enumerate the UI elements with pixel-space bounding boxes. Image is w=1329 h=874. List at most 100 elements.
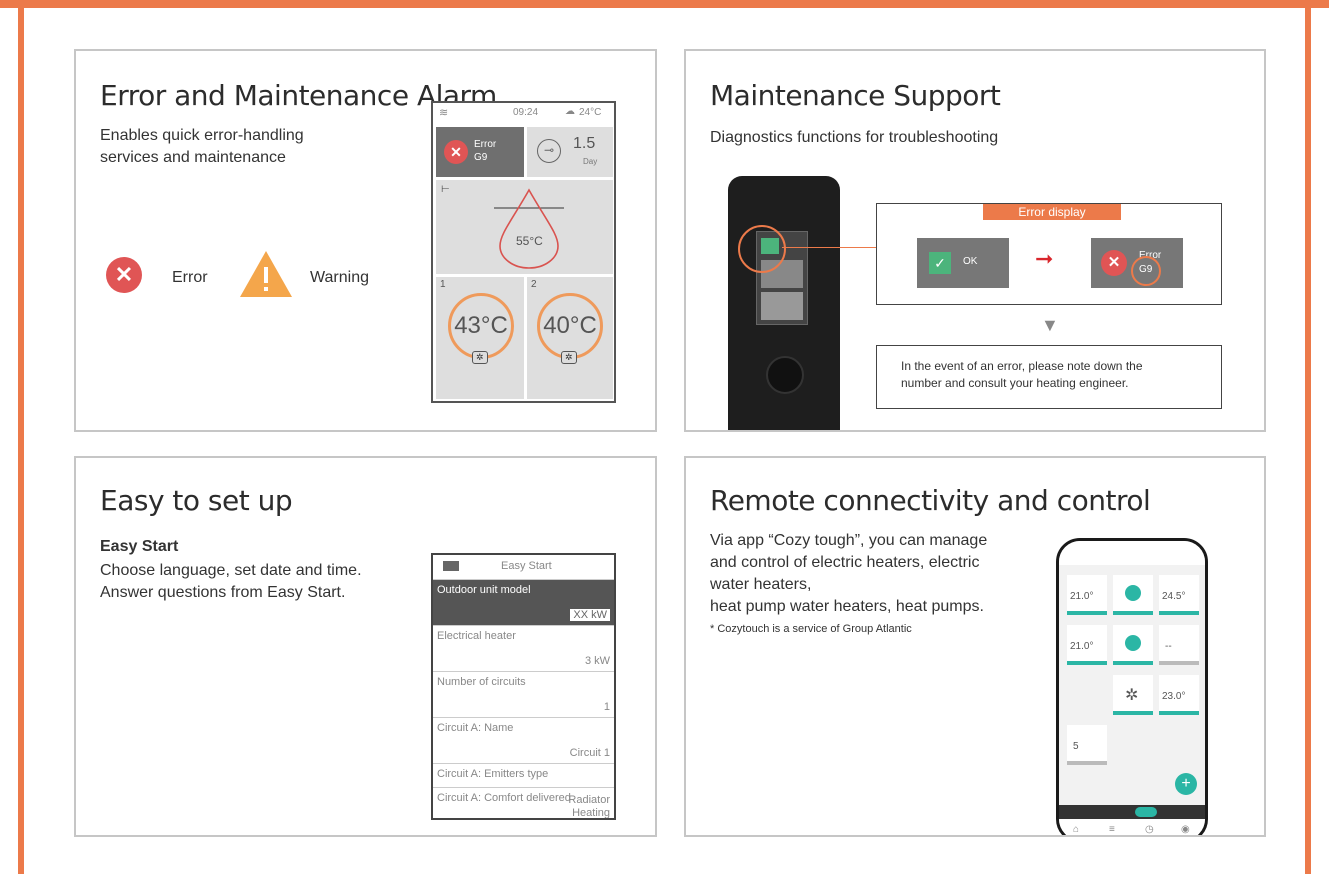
home-icon[interactable]: ⌂ xyxy=(1073,824,1079,835)
frame-top xyxy=(0,0,1329,8)
note-box: In the event of an error, please note do… xyxy=(876,345,1222,409)
timer-icon: ⊸ xyxy=(537,139,561,163)
card-footnote: * Cozytouch is a service of Group Atlant… xyxy=(710,623,912,635)
card-line-2: and control of electric heaters, electri… xyxy=(710,554,980,571)
zone2-temp: 40°C xyxy=(543,312,597,339)
device-tile[interactable]: -- xyxy=(1159,625,1199,665)
device-tile[interactable]: 21.0° xyxy=(1067,575,1107,615)
setting-row[interactable]: Circuit A: Name Circuit 1 xyxy=(433,717,614,763)
controller-screen: ≋ 09:24 ☁ 24°C ✕ Error G9 ⊸ 1.5 Day ⊢ 55… xyxy=(431,101,616,403)
setting-key: Electrical heater xyxy=(437,630,516,642)
error-tile-icon: ✕ xyxy=(1101,250,1127,276)
setting-value: 1 xyxy=(603,701,610,713)
tile-temp: 23.0° xyxy=(1162,691,1186,702)
code-highlight xyxy=(1131,256,1161,286)
error-alarm-card: Error and Maintenance Alarm Enables quic… xyxy=(74,49,657,432)
ok-icon xyxy=(1125,585,1141,601)
frame-right xyxy=(1305,0,1311,874)
card-line-3: water heaters, xyxy=(710,576,812,593)
error-label: Error xyxy=(172,269,208,286)
callout-line xyxy=(782,247,876,248)
toggle-switch[interactable] xyxy=(1135,807,1157,817)
error-tile-icon: ✕ xyxy=(444,140,468,164)
device-tile[interactable]: 24.5° xyxy=(1159,575,1199,615)
remote-controller xyxy=(728,176,840,430)
warning-label: Warning xyxy=(310,269,369,286)
tile-temp: 24.5° xyxy=(1162,591,1186,602)
setting-row[interactable]: Electrical heater 3 kW xyxy=(433,625,614,671)
device-tile[interactable]: 21.0° xyxy=(1067,625,1107,665)
zone1-temp: 43°C xyxy=(454,312,508,339)
setting-value: Heating xyxy=(572,807,610,819)
easy-setup-card: Easy to set up Easy Start Choose languag… xyxy=(74,456,657,837)
easy-start-header: Easy Start xyxy=(433,555,614,579)
ok-tile: ✓ OK xyxy=(917,238,1009,288)
zone1-tile[interactable]: 1 43°C ✲ xyxy=(436,277,524,399)
card-title: Maintenance Support xyxy=(710,79,1001,112)
highlight-circle xyxy=(738,225,786,273)
tile-temp: 5 xyxy=(1073,741,1079,752)
device-tile[interactable]: 5 xyxy=(1067,725,1107,765)
weather-icon: ☁ xyxy=(565,106,575,117)
zone2-tile[interactable]: 2 40°C ✲ xyxy=(527,277,613,399)
setting-row[interactable]: Number of circuits 1 xyxy=(433,671,614,717)
phone-nav-bar: ⌂ ≡ ◷ ◉ xyxy=(1059,819,1205,835)
clock-icon[interactable]: ◷ xyxy=(1145,824,1154,835)
setting-row[interactable]: Outdoor unit model XX kW xyxy=(433,579,614,625)
maintenance-tile[interactable]: ⊸ 1.5 Day xyxy=(527,127,613,177)
card-desc-1: Enables quick error-handling xyxy=(100,127,304,144)
zone1-ring: 43°C xyxy=(448,293,514,359)
back-icon[interactable] xyxy=(443,561,459,571)
warning-icon xyxy=(240,251,292,297)
add-button[interactable]: + xyxy=(1175,773,1197,795)
zone2-num: 2 xyxy=(531,279,537,290)
device-tile[interactable]: ✲ xyxy=(1113,675,1153,715)
card-line-4: heat pump water heaters, heat pumps. xyxy=(710,598,984,615)
device-tile[interactable] xyxy=(1113,625,1153,665)
error-tile[interactable]: ✕ Error G9 xyxy=(436,127,524,177)
fan-icon: ✲ xyxy=(1125,687,1139,704)
card-desc-1: Choose language, set date and time. xyxy=(100,562,362,579)
error-display-box: Error display ✓ OK ➞ ✕ Error G9 xyxy=(876,203,1222,305)
zone1-num: 1 xyxy=(440,279,446,290)
remote-connectivity-card: Remote connectivity and control Via app … xyxy=(684,456,1266,837)
setting-value: 3 kW xyxy=(584,655,610,667)
easy-start-screen: Easy Start Outdoor unit model XX kW Elec… xyxy=(431,553,616,820)
remote-knob[interactable] xyxy=(766,356,804,394)
status-bar: ≋ 09:24 ☁ 24°C xyxy=(433,103,614,125)
phone-mockup: 21.0° 24.5° 21.0° -- ✲ 23.0° 5 + ⌂ ≡ ◷ ◉ xyxy=(1056,538,1208,835)
toggle-bar[interactable] xyxy=(1059,805,1205,819)
card-desc: Diagnostics functions for troubleshootin… xyxy=(710,129,999,146)
phone-status-bar xyxy=(1059,541,1205,565)
tile-temp: 21.0° xyxy=(1070,641,1094,652)
note-line-1: In the event of an error, please note do… xyxy=(901,359,1143,373)
card-title: Remote connectivity and control xyxy=(710,484,1151,517)
device-tile[interactable] xyxy=(1113,575,1153,615)
fan-icon: ✲ xyxy=(472,351,488,364)
error-tile-code: G9 xyxy=(474,152,488,163)
check-icon: ✓ xyxy=(929,252,951,274)
dhw-tile[interactable]: ⊢ 55°C xyxy=(436,180,613,274)
water-drop-icon xyxy=(494,188,564,269)
card-line-1: Via app “Cozy tough”, you can manage xyxy=(710,532,988,549)
error-icon: ✕ xyxy=(106,257,142,293)
device-tile[interactable]: 23.0° xyxy=(1159,675,1199,715)
error-tile: ✕ Error G9 xyxy=(1091,238,1183,288)
menu-icon[interactable]: ≡ xyxy=(1109,824,1115,835)
clock: 09:24 xyxy=(513,107,539,118)
maintenance-value: 1.5 xyxy=(573,135,596,152)
ok-icon xyxy=(1125,635,1141,651)
setting-key: Circuit A: Comfort delivered xyxy=(437,792,571,804)
remote-tile xyxy=(761,292,803,320)
setting-value: XX kW xyxy=(570,609,610,621)
tap-icon: ⊢ xyxy=(441,184,450,195)
note-line-2: number and consult your heating engineer… xyxy=(901,376,1129,390)
setting-row[interactable]: Circuit A: Comfort delivered Heating xyxy=(433,787,614,819)
profile-icon[interactable]: ◉ xyxy=(1181,824,1190,835)
maintenance-unit: Day xyxy=(583,157,598,166)
tank-temp: 55°C xyxy=(516,234,543,248)
arrow-down-icon: ▼ xyxy=(1041,315,1059,335)
tile-temp: -- xyxy=(1165,641,1172,652)
error-tile-title: Error xyxy=(474,139,497,150)
wifi-icon: ≋ xyxy=(439,107,449,119)
